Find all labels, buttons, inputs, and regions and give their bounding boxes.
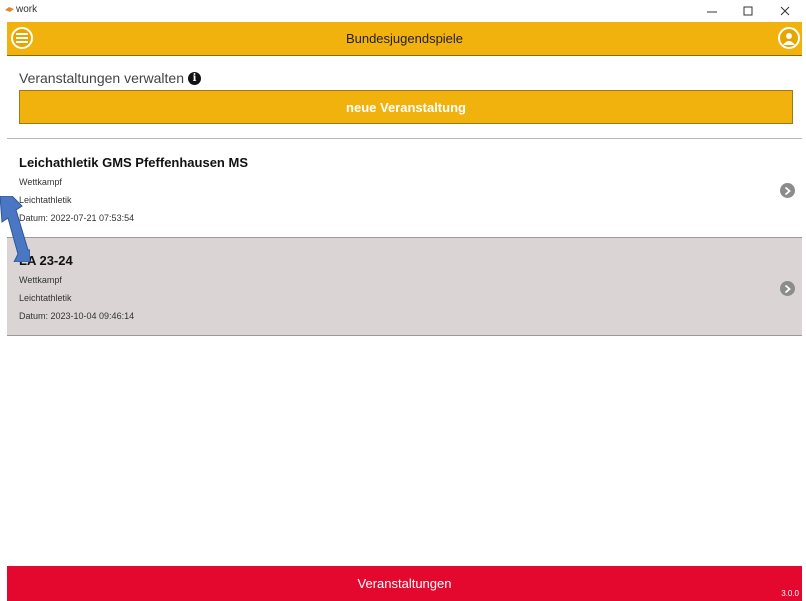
bottom-navigation-bar: Veranstaltungen 3.0.0 [7, 566, 802, 601]
event-date: Datum: 2023-10-04 09:46:14 [19, 311, 135, 321]
page-title: Bundesjugendspiele [345, 31, 464, 46]
user-icon [783, 32, 795, 45]
chevron-right-icon[interactable] [780, 281, 795, 296]
close-button[interactable] [770, 1, 800, 21]
maximize-button[interactable] [733, 1, 763, 21]
window-titlebar: work [0, 0, 806, 22]
close-icon [780, 6, 790, 16]
new-event-button[interactable]: neue Veranstaltung [19, 90, 793, 124]
event-type: Wettkampf [19, 177, 62, 187]
section-label-row: Veranstaltungen verwalten i [19, 70, 201, 86]
minimize-button[interactable] [697, 1, 727, 21]
section-label: Veranstaltungen verwalten [19, 70, 184, 86]
minimize-icon [707, 11, 717, 13]
window-title: work [16, 4, 38, 15]
event-sport: Leichtathletik [19, 293, 72, 303]
annotation-arrow-icon [0, 196, 30, 262]
event-list: Leichathletik GMS Pfeffenhausen MS Wettk… [7, 140, 802, 336]
chevron-right-icon[interactable] [780, 183, 795, 198]
app-version: 3.0.0 [781, 589, 799, 598]
info-icon[interactable]: i [188, 71, 201, 85]
event-type: Wettkampf [19, 275, 62, 285]
event-title: Leichathletik GMS Pfeffenhausen MS [19, 155, 248, 170]
user-button[interactable] [778, 27, 800, 49]
event-date: Datum: 2022-07-21 07:53:54 [19, 213, 135, 223]
event-list-item-selected[interactable]: LA 23-24 Wettkampf Leichtathletik Datum:… [7, 238, 802, 336]
app-icon [5, 7, 14, 12]
event-list-item[interactable]: Leichathletik GMS Pfeffenhausen MS Wettk… [7, 140, 802, 238]
event-management-section: Veranstaltungen verwalten i neue Veranst… [7, 57, 802, 139]
bottom-tab-events[interactable]: Veranstaltungen [7, 576, 802, 591]
maximize-icon [743, 6, 753, 16]
app-header: Bundesjugendspiele [7, 22, 802, 56]
